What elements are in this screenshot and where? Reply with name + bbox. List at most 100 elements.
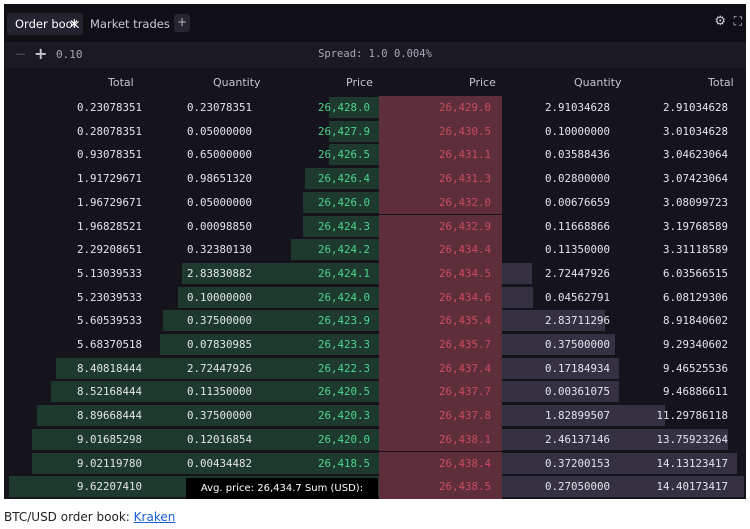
ask-quantity-cell: 0.04562791 (544, 290, 610, 304)
caption-link[interactable]: Kraken (134, 510, 176, 524)
ask-total-cell: 8.91840602 (662, 314, 728, 328)
order-book-row[interactable]: 9.02119780 0.00434482 26,418.5 26,438.4 0.37… (4, 451, 746, 476)
add-tab-button[interactable]: + (174, 14, 190, 32)
ask-price-cell: 26,434.6 (438, 290, 491, 304)
header-ask-price: Price (469, 76, 496, 89)
ask-quantity-cell: 0.27050000 (544, 480, 610, 494)
bid-quantity-cell: 0.23078351 (186, 101, 252, 114)
order-book-panel: Order book ✕ Market trades + ⚙ ⛶ − + 0.1… (4, 4, 746, 499)
bid-price-cell: 26,424.2 (317, 243, 370, 257)
order-book-row[interactable]: 9.01685298 0.12016854 26,420.0 26,438.1 2.46… (4, 427, 746, 452)
bid-quantity-cell: 0.98651320 (186, 172, 252, 186)
ask-price-cell: 26,437.4 (438, 361, 491, 375)
bid-total-cell: 8.40818444 (76, 361, 142, 375)
ask-total-cell: 6.08129306 (662, 290, 728, 304)
ask-price-cell: 26,435.7 (438, 338, 491, 351)
ask-total-cell: 3.19768589 (662, 219, 728, 233)
bid-total-cell: 5.13039533 (76, 266, 142, 280)
bid-total-cell: 2.29208651 (76, 243, 142, 257)
bid-price-cell: 26,426.0 (317, 195, 370, 209)
bid-price-cell: 26,428.0 (317, 101, 370, 114)
order-book-row[interactable]: 1.96729671 0.05000000 26,426.0 26,432.0 0.00… (4, 190, 746, 215)
order-book-row[interactable]: 0.23078351 0.23078351 26,428.0 26,429.0 2.91… (4, 96, 746, 120)
bid-quantity-cell: 0.07830985 (186, 338, 252, 351)
ask-quantity-cell: 1.82899507 (544, 409, 610, 423)
bid-price-cell: 26,420.0 (317, 432, 370, 446)
ask-price-cell: 26,435.4 (438, 314, 491, 328)
ask-quantity-cell: 2.91034628 (544, 101, 610, 114)
ask-total-cell: 3.08099723 (662, 195, 728, 209)
caption: BTC/USD order book: Kraken (4, 510, 175, 524)
ask-total-cell: 3.01034628 (662, 124, 728, 138)
header-bid-quantity: Quantity (213, 76, 261, 89)
order-book-row[interactable]: 5.13039533 2.83830882 26,424.1 26,434.5 2.72… (4, 261, 746, 286)
tab-order-book[interactable]: Order book ✕ (7, 13, 83, 35)
header-bid-total: Total (108, 76, 134, 89)
bid-total-cell: 9.02119780 (76, 456, 142, 470)
header-bid-price: Price (346, 76, 373, 89)
order-book-row[interactable]: 0.93078351 0.65000000 26,426.5 26,431.1 0.03… (4, 143, 746, 168)
ask-price-cell: 26,429.0 (438, 101, 491, 114)
bid-price-cell: 26,427.9 (317, 124, 370, 138)
order-book-row[interactable]: 8.89668444 0.37500000 26,420.3 26,437.8 1.82… (4, 404, 746, 428)
bid-total-cell: 1.96729671 (76, 195, 142, 209)
bid-price-cell: 26,418.5 (317, 456, 370, 470)
bid-total-cell: 8.52168444 (76, 385, 142, 399)
ask-quantity-cell: 0.17184934 (544, 361, 610, 375)
bid-total-cell: 5.23039533 (76, 290, 142, 304)
bid-total-cell: 1.96828521 (76, 219, 142, 233)
ask-total-cell: 14.13123417 (656, 456, 728, 470)
bid-total-cell: 0.28078351 (76, 124, 142, 138)
bid-price-cell: 26,422.3 (317, 361, 370, 375)
ask-price-cell: 26,437.7 (438, 385, 491, 399)
bid-total-cell: 9.62207410 (76, 480, 142, 494)
bid-price-cell: 26,420.5 (317, 385, 370, 399)
bid-quantity-cell: 2.83830882 (186, 266, 252, 280)
bid-total-cell: 8.89668444 (76, 409, 142, 423)
ask-total-cell: 2.91034628 (662, 101, 728, 114)
order-book-row[interactable]: 1.96828521 0.00098850 26,424.3 26,432.9 0.11… (4, 214, 746, 239)
bid-price-cell: 26,420.3 (317, 409, 370, 423)
bid-quantity-cell: 0.32380130 (186, 243, 252, 257)
bid-quantity-cell: 0.10000000 (186, 290, 252, 304)
tab-bar: Order book ✕ Market trades + ⚙ ⛶ (4, 4, 746, 42)
controls-bar: − + 0.10 Spread: 1.0 0.004% (4, 42, 746, 68)
tab-market-trades[interactable]: Market trades (90, 13, 170, 35)
close-tab-icon[interactable]: ✕ (69, 13, 79, 35)
order-book-row[interactable]: 0.28078351 0.05000000 26,427.9 26,430.5 0.10… (4, 119, 746, 144)
expand-icon[interactable]: ⛶ (734, 14, 742, 29)
ask-price-cell: 26,437.8 (438, 409, 491, 423)
order-book-row[interactable]: 8.52168444 0.11350000 26,420.5 26,437.7 0.00… (4, 380, 746, 405)
order-book-row[interactable]: 5.60539533 0.37500000 26,423.9 26,435.4 2.83… (4, 309, 746, 333)
ask-quantity-cell: 0.00676659 (544, 195, 610, 209)
ask-quantity-cell: 0.02800000 (544, 172, 610, 186)
ask-total-cell: 14.40173417 (656, 480, 728, 494)
order-book-row[interactable]: 5.68370518 0.07830985 26,423.3 26,435.7 0.37… (4, 333, 746, 357)
bid-total-cell: 0.23078351 (76, 101, 142, 114)
caption-text: BTC/USD order book: (4, 510, 134, 524)
ask-total-cell: 11.29786118 (656, 409, 728, 423)
order-book-row[interactable]: 2.29208651 0.32380130 26,424.2 26,434.4 0.11… (4, 238, 746, 262)
ask-price-cell: 26,434.4 (438, 243, 491, 257)
order-book-row[interactable]: 5.23039533 0.10000000 26,424.0 26,434.6 0.04… (4, 285, 746, 310)
ask-total-cell: 3.31118589 (662, 243, 728, 257)
bid-quantity-cell: 2.72447926 (186, 361, 252, 375)
ask-quantity-cell: 0.10000000 (544, 124, 610, 138)
order-book-row[interactable]: 8.40818444 2.72447926 26,422.3 26,437.4 0.17… (4, 356, 746, 381)
bid-quantity-cell: 0.12016854 (186, 432, 252, 446)
ask-price-cell: 26,431.1 (438, 148, 491, 162)
order-book-row[interactable]: 1.91729671 0.98651320 26,426.4 26,431.3 0.02… (4, 167, 746, 191)
bid-quantity-cell: 0.37500000 (186, 314, 252, 328)
gear-icon[interactable]: ⚙ (714, 14, 726, 29)
bid-total-cell: 1.91729671 (76, 172, 142, 186)
ask-total-cell: 9.46525536 (662, 361, 728, 375)
ask-price-cell: 26,438.1 (438, 432, 491, 446)
bid-quantity-cell: 0.00098850 (186, 219, 252, 233)
ask-price-cell: 26,432.9 (438, 219, 491, 233)
ask-price-cell: 26,438.5 (438, 480, 491, 494)
ask-quantity-cell: 2.83711296 (544, 314, 610, 328)
bid-quantity-cell: 0.05000000 (186, 195, 252, 209)
ask-quantity-cell: 2.46137146 (544, 432, 610, 446)
bid-quantity-cell: 0.11350000 (186, 385, 252, 399)
bid-price-cell: 26,424.0 (317, 290, 370, 304)
